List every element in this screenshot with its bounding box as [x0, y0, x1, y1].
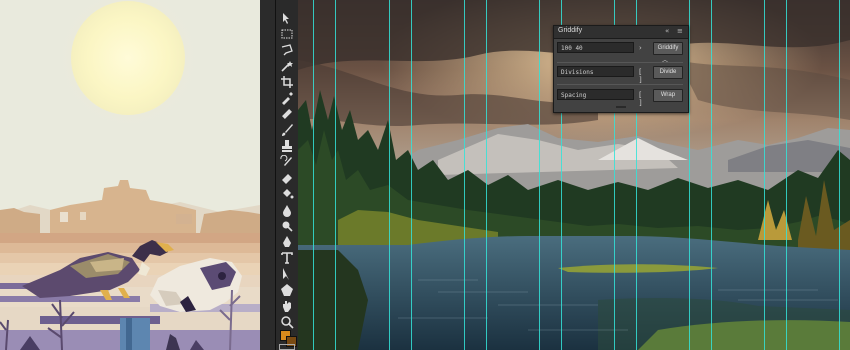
zoom-tool[interactable]	[279, 314, 295, 330]
guide-line[interactable]	[764, 0, 765, 350]
bracket-toggle-icon[interactable]: [ ]	[639, 68, 642, 84]
illustration-panel	[0, 0, 260, 350]
zoom-icon	[281, 316, 294, 329]
hand-icon	[283, 301, 291, 312]
wrap-button[interactable]: Wrap	[653, 89, 683, 102]
history-brush-tool[interactable]	[279, 154, 295, 170]
type-icon	[281, 252, 293, 264]
dodge-tool[interactable]	[279, 218, 295, 234]
move-icon	[283, 13, 289, 24]
guide-line[interactable]	[539, 0, 540, 350]
quick-select-tool[interactable]	[279, 58, 295, 74]
shape-icon	[281, 284, 293, 296]
eyedropper-tool[interactable]	[279, 90, 295, 106]
history-brush-icon	[280, 155, 292, 166]
eyedropper-icon	[282, 92, 293, 105]
grid-values-input[interactable]: 100 40	[557, 42, 634, 53]
divide-button[interactable]: Divide	[653, 66, 683, 79]
arrow-icon	[283, 268, 289, 280]
guide-line[interactable]	[786, 0, 787, 350]
wand-icon	[281, 61, 293, 72]
gradient-tool[interactable]	[279, 186, 295, 202]
marquee-tool[interactable]	[279, 26, 295, 42]
stamp-icon	[282, 140, 292, 152]
marquee-icon	[281, 29, 293, 39]
panel-divider	[557, 62, 683, 63]
guide-line[interactable]	[464, 0, 465, 350]
guide-line[interactable]	[689, 0, 690, 350]
crop-tool[interactable]	[279, 74, 295, 90]
guide-line[interactable]	[411, 0, 412, 350]
panel-divider	[557, 84, 683, 85]
quick-mask-icon[interactable]	[279, 344, 295, 350]
griddify-button[interactable]: Griddify	[653, 42, 683, 55]
resize-handle[interactable]	[616, 106, 626, 108]
eraser-tool[interactable]	[279, 170, 295, 186]
brush-tool[interactable]	[279, 122, 295, 138]
lasso-tool[interactable]	[279, 42, 295, 58]
guide-line[interactable]	[486, 0, 487, 350]
guide-line[interactable]	[335, 0, 336, 350]
desert-vulture-illustration	[0, 0, 260, 350]
drop-icon	[283, 205, 291, 217]
brush-icon	[282, 124, 293, 136]
blur-tool[interactable]	[279, 202, 295, 218]
griddify-panel: Griddify « ≡ 100 40 › Griddify ︿ Divisio…	[553, 25, 689, 113]
guide-line[interactable]	[839, 0, 840, 350]
arrow-right-icon[interactable]: ›	[639, 44, 642, 52]
type-tool[interactable]	[279, 250, 295, 266]
eraser-icon	[282, 174, 292, 184]
clone-stamp-tool[interactable]	[279, 138, 295, 154]
panel-gutter	[260, 0, 275, 350]
crop-icon	[281, 76, 293, 88]
guide-line[interactable]	[313, 0, 314, 350]
hand-tool[interactable]	[279, 298, 295, 314]
panel-title: Griddify	[558, 27, 583, 34]
bracket-toggle-icon[interactable]: [ ]	[639, 91, 642, 107]
spacing-input[interactable]: Spacing	[557, 89, 634, 100]
panel-header[interactable]: Griddify « ≡	[554, 26, 688, 39]
dodge-icon	[282, 221, 293, 232]
guide-line[interactable]	[389, 0, 390, 350]
shape-tool[interactable]	[279, 282, 295, 298]
collapse-icon[interactable]: «	[665, 27, 669, 35]
bucket-icon	[283, 189, 294, 199]
tools-palette	[275, 0, 299, 350]
move-tool[interactable]	[279, 10, 295, 26]
bandage-icon	[282, 109, 292, 119]
divisions-input[interactable]: Divisions	[557, 66, 634, 77]
healing-brush-tool[interactable]	[279, 106, 295, 122]
pen-tool[interactable]	[279, 234, 295, 250]
lasso-icon	[281, 44, 293, 56]
guide-line[interactable]	[711, 0, 712, 350]
path-select-tool[interactable]	[279, 266, 295, 282]
pen-icon	[283, 236, 291, 247]
panel-menu-icon[interactable]: ≡	[677, 27, 683, 35]
